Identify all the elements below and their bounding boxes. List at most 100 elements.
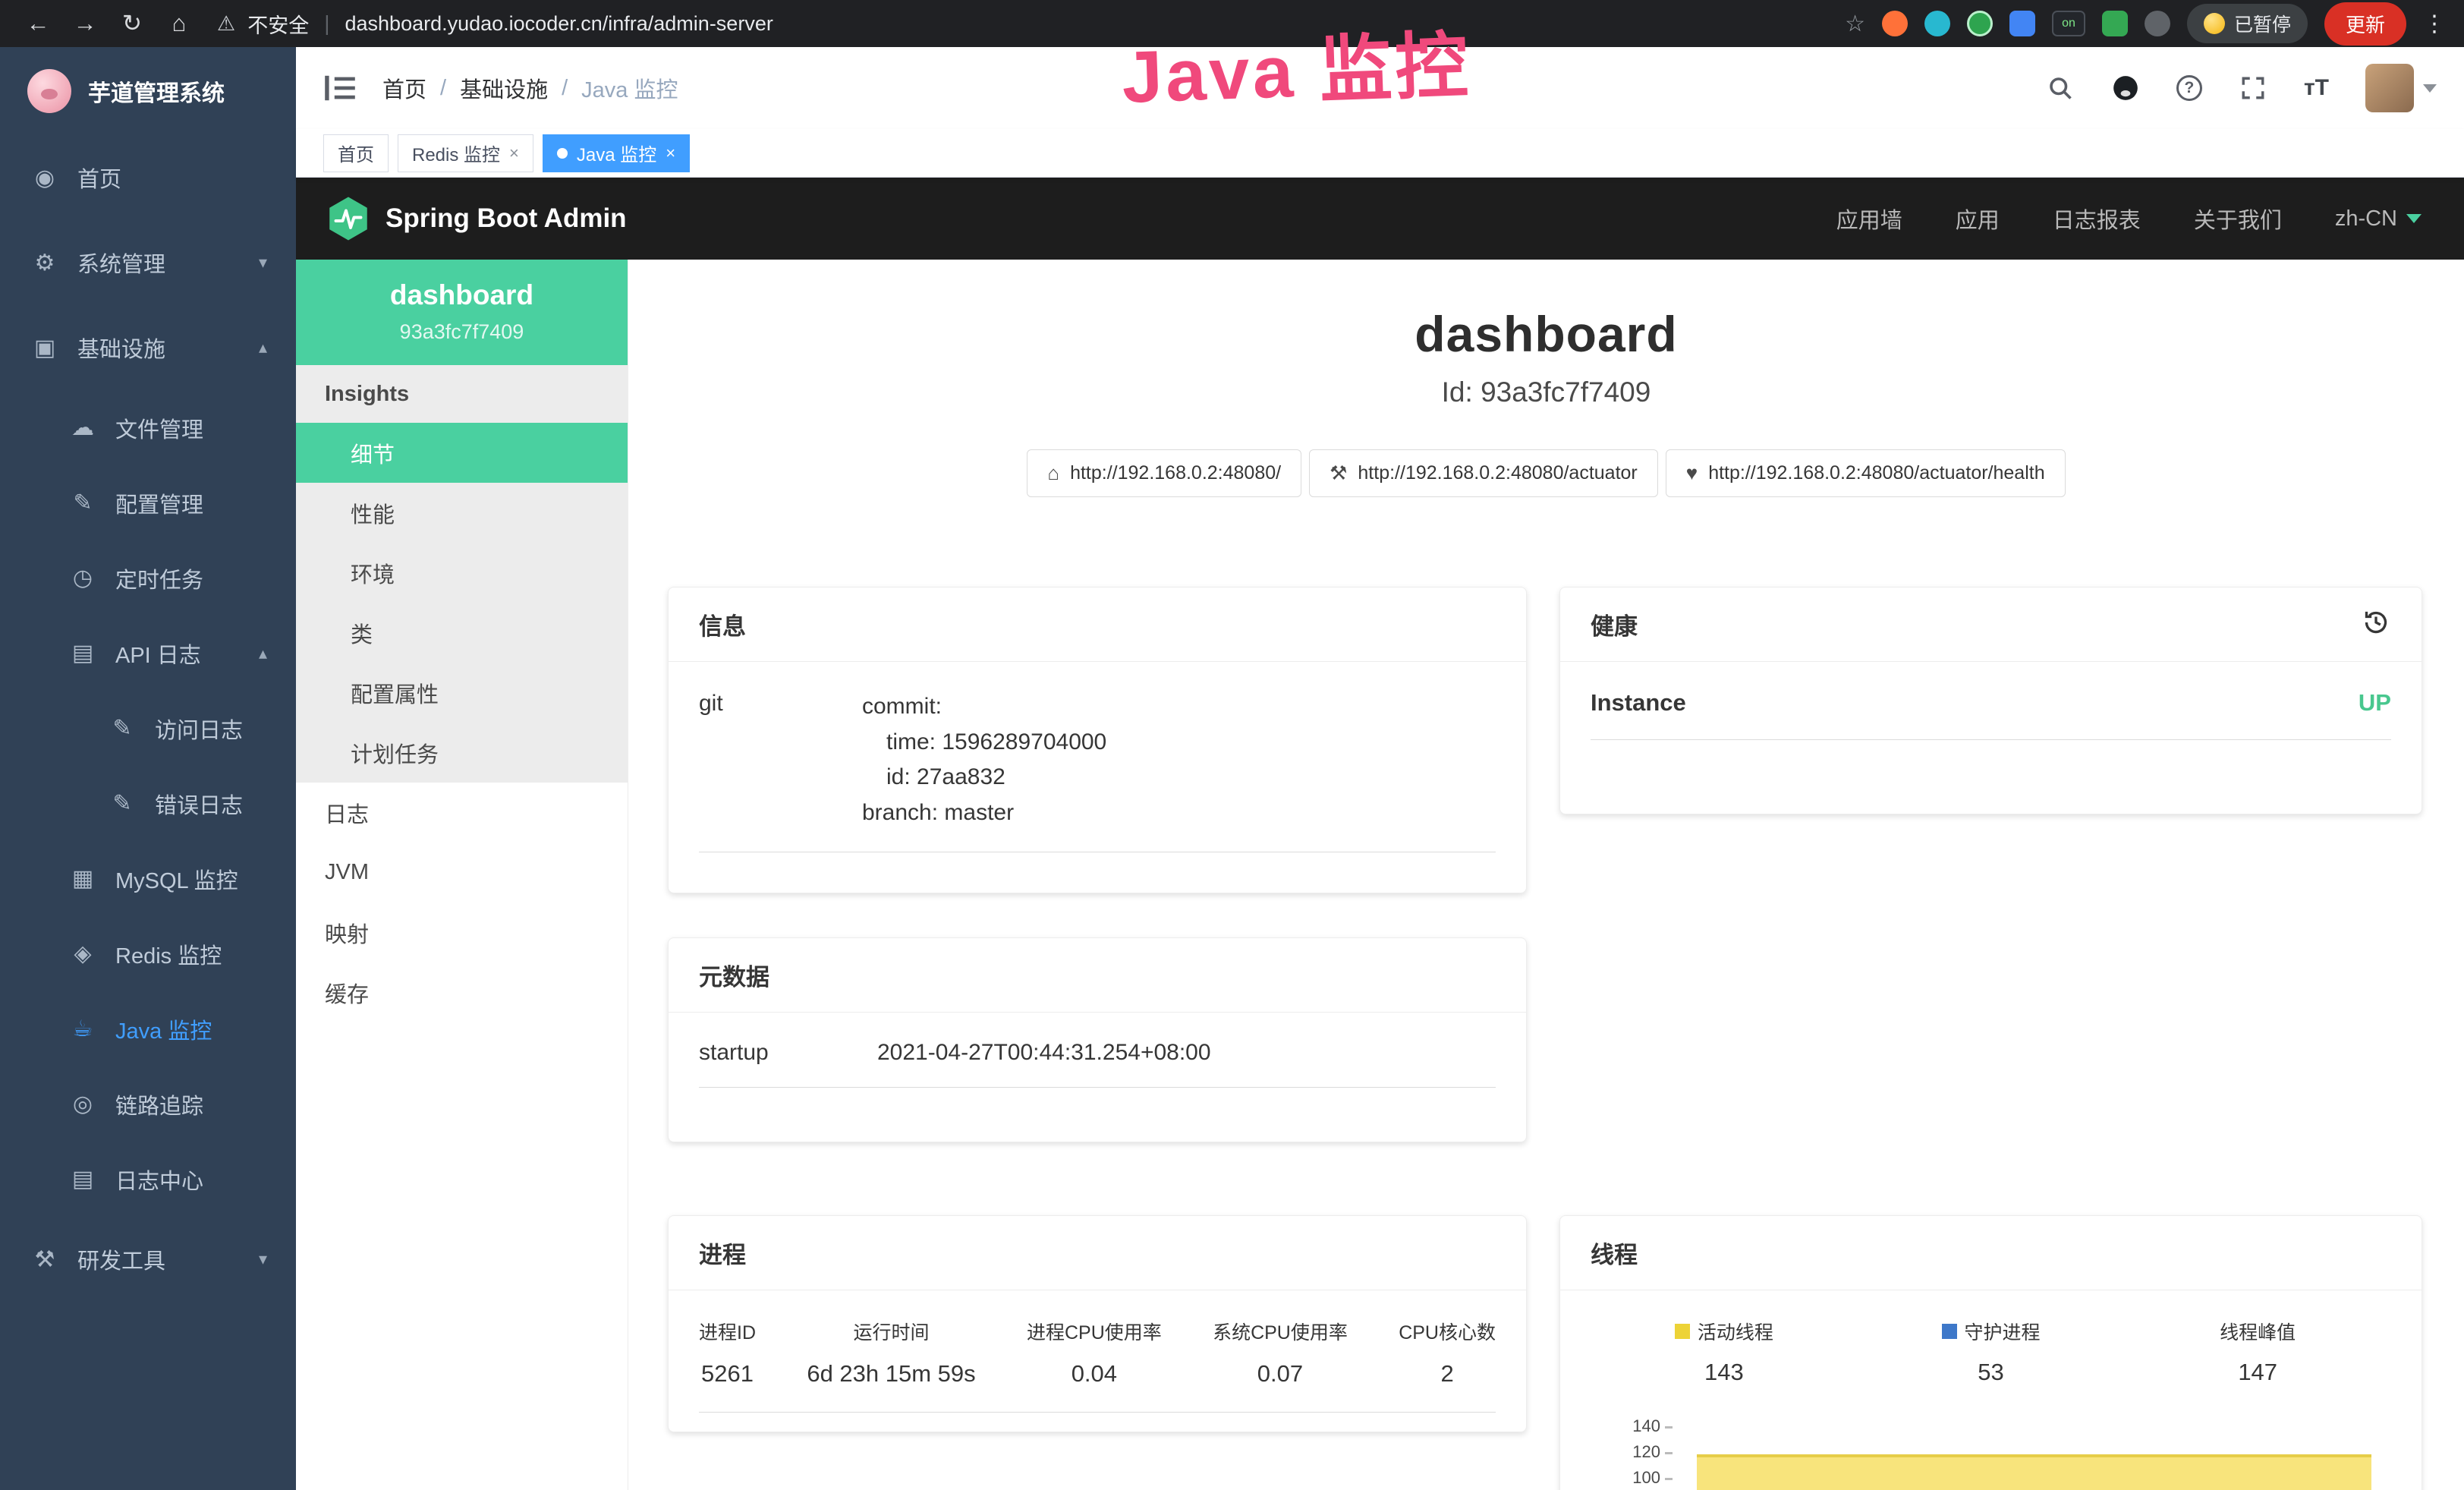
topbar-actions: ? тT: [2046, 64, 2437, 112]
sidebar-item-home[interactable]: ◉ 首页: [0, 135, 296, 220]
sidebar-item-error-logs[interactable]: ✎ 错误日志: [0, 766, 296, 841]
app-main: 首页 / 基础设施 / Java 监控: [296, 47, 2464, 1490]
font-size-icon[interactable]: тT: [2304, 75, 2329, 101]
sidebar-item-tracing[interactable]: ◎ 链路追踪: [0, 1066, 296, 1142]
sidebar-item-file-mgmt[interactable]: ☁ 文件管理: [0, 390, 296, 465]
security-label[interactable]: 不安全: [247, 9, 309, 39]
sba-nav-journal[interactable]: 日志报表: [2053, 203, 2141, 235]
extension-icon-fox[interactable]: [1882, 11, 1908, 36]
gear-icon: ⚙: [29, 250, 61, 276]
close-icon[interactable]: ×: [666, 143, 675, 163]
chevron-down-icon: ▾: [259, 253, 267, 272]
legend-label: 线程峰值: [2220, 1318, 2296, 1345]
app-logo-row[interactable]: 芋道管理系统: [0, 47, 296, 135]
legend-swatch-yellow: [1675, 1324, 1690, 1339]
legend-label: 守护进程: [1965, 1318, 2041, 1345]
tab-home[interactable]: 首页: [323, 134, 389, 172]
language-select[interactable]: zh-CN: [2335, 206, 2422, 232]
sba-sidebar-item-details[interactable]: 细节: [296, 423, 628, 483]
sba-sidebar-item-scheduled-tasks[interactable]: 计划任务: [296, 723, 628, 783]
sidebar-item-label: 定时任务: [115, 562, 203, 594]
link-url: http://192.168.0.2:48080/actuator/health: [1708, 462, 2044, 484]
tag-bar: 首页 Redis 监控 × Java 监控 ×: [296, 129, 2464, 178]
reload-icon[interactable]: ↻: [112, 10, 152, 37]
instance-link-actuator[interactable]: ⚒ http://192.168.0.2:48080/actuator: [1309, 449, 1658, 497]
extension-icon-drop[interactable]: [1924, 11, 1950, 36]
search-icon[interactable]: [2046, 74, 2075, 102]
extension-icon-leaf[interactable]: [2102, 11, 2128, 36]
sidebar-item-java-monitor[interactable]: ☕ Java 监控: [0, 991, 296, 1066]
forward-icon[interactable]: →: [65, 10, 105, 37]
instance-link-health[interactable]: ♥ http://192.168.0.2:48080/actuator/heal…: [1666, 449, 2066, 497]
sba-nav-links: 应用墙 应用 日志报表 关于我们 zh-CN: [1836, 203, 2432, 235]
back-icon[interactable]: ←: [18, 10, 58, 37]
sba-sidebar-item-mappings[interactable]: 映射: [296, 903, 628, 962]
sba-sidebar-item-config-props[interactable]: 配置属性: [296, 663, 628, 723]
sba-sidebar-item-classes[interactable]: 类: [296, 603, 628, 663]
url-text[interactable]: dashboard.yudao.iocoder.cn/infra/admin-s…: [345, 12, 773, 36]
chevron-down-icon: [2406, 214, 2422, 223]
sba-sidebar-item-environment[interactable]: 环境: [296, 543, 628, 603]
sidebar-item-api-logs[interactable]: ▤ API 日志 ▴: [0, 616, 296, 691]
history-icon[interactable]: [2361, 607, 2391, 641]
paused-badge[interactable]: 已暂停: [2187, 4, 2308, 43]
close-icon[interactable]: ×: [509, 143, 519, 163]
breadcrumb-infrastructure[interactable]: 基础设施: [460, 72, 548, 104]
github-icon[interactable]: [2111, 74, 2140, 102]
extension-icon-dark[interactable]: [2145, 11, 2170, 36]
annotation-java-monitor: Java 监控: [1120, 6, 1473, 124]
link-url: http://192.168.0.2:48080/actuator: [1358, 462, 1637, 484]
sba-sidebar-item-performance[interactable]: 性能: [296, 483, 628, 543]
sidebar-item-log-center[interactable]: ▤ 日志中心: [0, 1142, 296, 1217]
sba-sidebar-item-jvm[interactable]: JVM: [296, 843, 628, 903]
sba-sidebar-item-caches[interactable]: 缓存: [296, 962, 628, 1022]
process-card-header: 进程: [669, 1216, 1526, 1290]
legend-value: 143: [1591, 1359, 1858, 1386]
y-tick-140: 140: [1591, 1416, 1673, 1436]
address-separator: |: [324, 11, 329, 36]
sidebar-item-dev-tools[interactable]: ⚒ 研发工具 ▾: [0, 1217, 296, 1302]
sidebar-item-access-logs[interactable]: ✎ 访问日志: [0, 691, 296, 766]
fullscreen-icon[interactable]: [2239, 74, 2267, 102]
address-bar[interactable]: ⚠ 不安全 | dashboard.yudao.iocoder.cn/infra…: [217, 9, 1837, 39]
home-icon[interactable]: ⌂: [159, 10, 199, 37]
tab-java-monitor[interactable]: Java 监控 ×: [543, 134, 690, 172]
process-card: 进程 进程ID 5261 运行时间: [668, 1215, 1527, 1432]
update-button[interactable]: 更新: [2324, 2, 2406, 46]
health-instance-row[interactable]: Instance UP: [1591, 689, 2391, 740]
collapse-sidebar-icon[interactable]: [323, 74, 357, 102]
sba-nav-about[interactable]: 关于我们: [2194, 203, 2282, 235]
breadcrumb-home[interactable]: 首页: [382, 72, 426, 104]
user-menu[interactable]: [2365, 64, 2437, 112]
instance-link-root[interactable]: ⌂ http://192.168.0.2:48080/: [1027, 449, 1301, 497]
bookmark-star-icon[interactable]: ☆: [1845, 11, 1865, 37]
extension-icon-grid[interactable]: [2009, 11, 2035, 36]
browser-menu-icon[interactable]: ⋮: [2423, 11, 2446, 37]
instance-header[interactable]: dashboard 93a3fc7f7409: [296, 260, 628, 365]
metric-value: 5261: [699, 1360, 756, 1388]
breadcrumb-separator: /: [562, 76, 568, 101]
sidebar-item-config-mgmt[interactable]: ✎ 配置管理: [0, 465, 296, 540]
home-icon: ⌂: [1047, 461, 1059, 485]
tab-redis-monitor[interactable]: Redis 监控 ×: [398, 134, 533, 172]
sba-sidebar-item-logs[interactable]: 日志: [296, 783, 628, 843]
help-icon[interactable]: ?: [2176, 75, 2202, 101]
sba-nav-wallboard[interactable]: 应用墙: [1836, 203, 1902, 235]
extension-icon-green[interactable]: [1967, 11, 1993, 36]
smiley-icon: [2204, 13, 2225, 34]
sidebar-item-redis-monitor[interactable]: ◈ Redis 监控: [0, 916, 296, 991]
threads-card-body: 活动线程 143 守护进程: [1560, 1290, 2422, 1490]
extension-icon-on-badge[interactable]: on: [2052, 11, 2085, 36]
sidebar-item-label: 访问日志: [155, 713, 243, 745]
sidebar-item-system-mgmt[interactable]: ⚙ 系统管理 ▾: [0, 220, 296, 305]
app-logo: [27, 69, 71, 113]
sba-brand[interactable]: Spring Boot Admin: [328, 196, 627, 241]
sba-nav-applications[interactable]: 应用: [1956, 203, 2000, 235]
sidebar-item-mysql-monitor[interactable]: ▦ MySQL 监控: [0, 841, 296, 916]
sidebar-item-scheduled-jobs[interactable]: ◷ 定时任务: [0, 540, 296, 616]
sidebar-item-infrastructure[interactable]: ▣ 基础设施 ▴: [0, 305, 296, 390]
threads-legend: 活动线程 143 守护进程: [1591, 1318, 2391, 1386]
chevron-down-icon: [2423, 84, 2437, 93]
metric-label: CPU核心数: [1399, 1318, 1496, 1345]
sidebar-item-label: 系统管理: [77, 247, 165, 279]
